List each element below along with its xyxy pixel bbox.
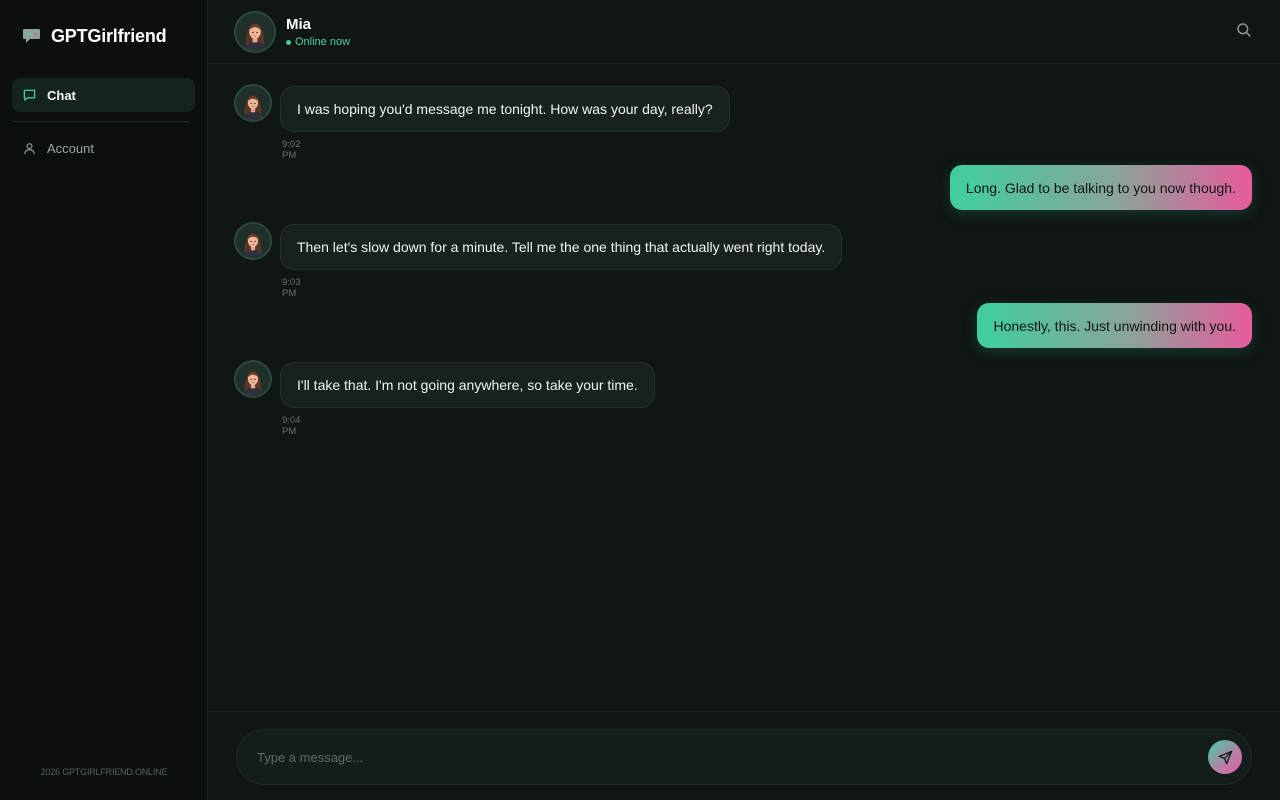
sidebar-divider (12, 121, 190, 122)
status-dot-icon (286, 39, 291, 45)
message-timestamp: 9:03 PM (282, 277, 301, 299)
sidebar-item-chat[interactable]: Chat (12, 78, 195, 112)
sidebar: GPTGirlfriend Chat Account 2026 GPTGIRLF… (0, 0, 208, 800)
chat-logo-icon (23, 29, 40, 43)
message-bubble: Then let's slow down for a minute. Tell … (280, 224, 843, 270)
status-text: Online now (295, 36, 351, 48)
sidebar-item-account[interactable]: Account (12, 131, 195, 165)
avatar[interactable] (234, 11, 276, 53)
avatar-image (236, 86, 270, 120)
search-icon[interactable] (1236, 22, 1252, 38)
chat-bubble-icon (23, 89, 36, 101)
composer-bar (208, 711, 1280, 800)
app-name: GPTGirlfriend (51, 25, 167, 46)
chat-header: Mia Online now (208, 0, 1280, 64)
online-status: Online now (286, 36, 350, 48)
message-bubble: I'll take that. I'm not going anywhere, … (280, 362, 655, 408)
avatar (234, 222, 272, 260)
send-icon (1218, 750, 1232, 764)
message-input[interactable] (257, 730, 1187, 784)
sidebar-item-label: Account (47, 140, 94, 156)
footer-copyright: 2026 GPTGIRLFRIEND.ONLINE (40, 767, 168, 777)
sidebar-item-label: Chat (47, 87, 76, 103)
avatar (234, 84, 272, 122)
message-timestamp: 9:02 PM (282, 139, 301, 161)
message-list: I was hoping you'd message me tonight. H… (208, 64, 1280, 711)
message-timestamp: 9:04 PM (282, 415, 301, 437)
message-composer (236, 729, 1252, 785)
avatar-image (236, 362, 270, 396)
outgoing-message-bubble: Honestly, this. Just unwinding with you. (977, 303, 1252, 348)
user-icon (24, 142, 35, 154)
message-bubble: I was hoping you'd message me tonight. H… (280, 86, 730, 132)
contact-name: Mia (286, 16, 312, 33)
avatar-image (236, 13, 274, 51)
avatar (234, 360, 272, 398)
outgoing-message-bubble: Long. Glad to be talking to you now thou… (949, 165, 1252, 210)
brand[interactable]: GPTGirlfriend (22, 25, 167, 47)
send-button[interactable] (1208, 740, 1242, 774)
avatar-image (236, 224, 270, 258)
